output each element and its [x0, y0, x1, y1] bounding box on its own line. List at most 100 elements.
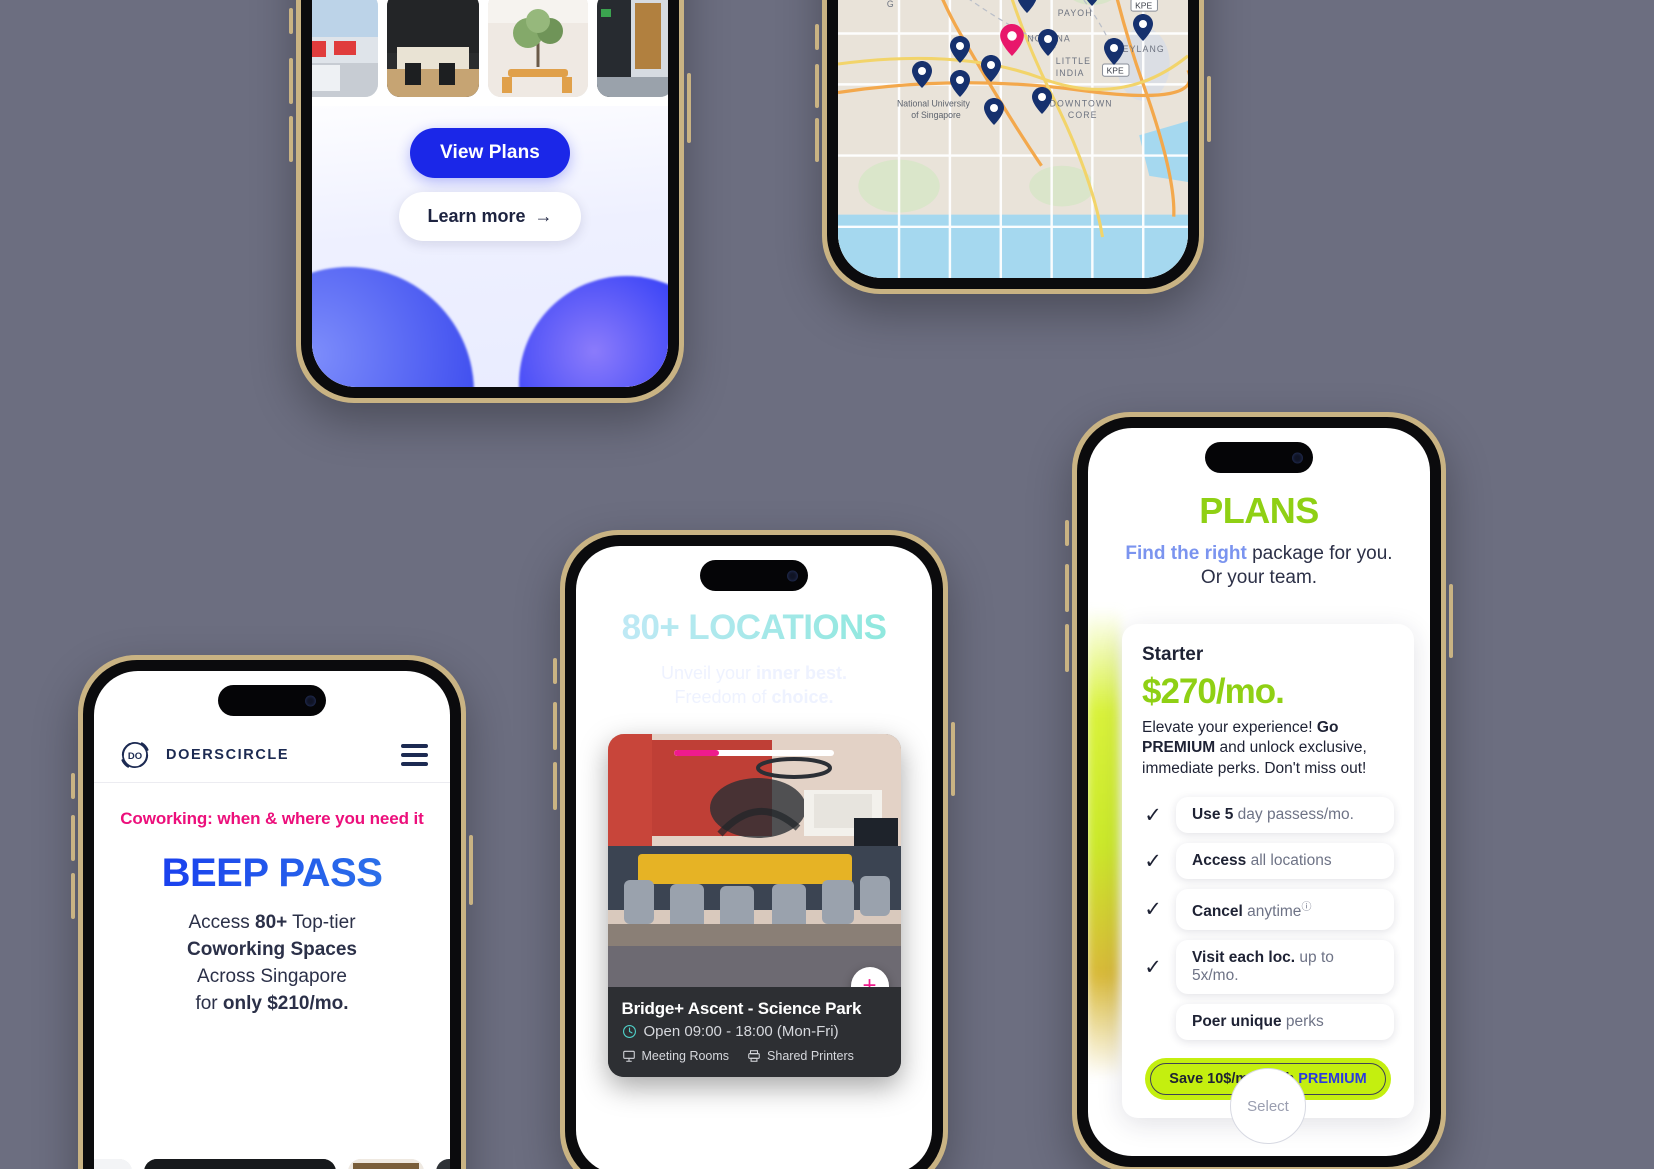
locations-title: 80+ LOCATIONS: [621, 608, 887, 647]
map-pin[interactable]: [950, 70, 970, 97]
check-icon: ✓: [1144, 898, 1162, 922]
plan-feature-pill[interactable]: Access all locations: [1176, 843, 1394, 880]
plans-subtitle-line2: Or your team.: [1200, 566, 1318, 588]
phone-power-button[interactable]: [687, 73, 691, 143]
map-pin[interactable]: [981, 55, 1001, 82]
location-hours-label: Open 09:00 - 18:00 (Mon-Fri): [643, 1022, 839, 1040]
check-icon: ✓: [1144, 955, 1162, 979]
phone-power-button[interactable]: [469, 835, 473, 905]
gallery-photo[interactable]: [312, 0, 378, 97]
brand-name: DOERSCIRCLE: [166, 746, 290, 763]
phone-power-button[interactable]: [1449, 584, 1453, 658]
svg-text:National University: National University: [897, 99, 970, 109]
plan-description-part-0: Elevate your experience!: [1142, 718, 1317, 736]
site-photo[interactable]: [436, 1159, 450, 1169]
select-plan-button[interactable]: Select: [1230, 1068, 1306, 1145]
phone-silent-switch[interactable]: [289, 8, 293, 34]
map-pin[interactable]: [950, 36, 970, 63]
map-pin[interactable]: [1017, 0, 1037, 13]
body-l3: Across Singapore: [197, 965, 347, 987]
doerscircle-logo-icon: DO: [116, 736, 154, 774]
feature-bold-text: Access: [1192, 852, 1247, 870]
location-amenities: Meeting Rooms Shared Printers: [622, 1049, 887, 1063]
site-photo[interactable]: [348, 1159, 424, 1169]
svg-text:LITTLE: LITTLE: [1056, 56, 1091, 66]
phone-volume-down-button[interactable]: [71, 873, 75, 919]
site-photo-strip: WEST: [94, 1159, 450, 1169]
site-headline: BEEP PASS: [112, 851, 432, 896]
feature-rest-text: all locations: [1246, 852, 1332, 870]
location-photo[interactable]: +: [607, 733, 901, 987]
check-icon: ✓: [1144, 849, 1162, 873]
learn-more-label: Learn more: [427, 206, 526, 226]
location-hours: Open 09:00 - 18:00 (Mon-Fri): [622, 1023, 887, 1040]
feature-bold-text: Poer unique: [1192, 1013, 1282, 1031]
locations-phone: 80+ LOCATIONS Unveil your inner best. Fr…: [553, 530, 955, 1169]
site-photo[interactable]: WEST: [144, 1159, 336, 1169]
learn-more-button[interactable]: Learn more →: [399, 192, 581, 241]
feature-bold-text: Cancel: [1192, 903, 1243, 921]
phone-volume-down-button[interactable]: [289, 116, 293, 162]
phone-volume-up-button[interactable]: [289, 58, 293, 104]
amenity-shared-printers: Shared Printers: [747, 1049, 854, 1063]
info-icon[interactable]: ⓘ: [1301, 902, 1311, 913]
amenity-meeting-rooms: Meeting Rooms: [622, 1049, 729, 1063]
map-pin[interactable]: [912, 61, 932, 88]
location-card[interactable]: + Bridge+ Ascent - Science Park Open 09:…: [607, 733, 901, 1077]
hamburger-menu-icon[interactable]: [401, 743, 428, 766]
map-phone: MANDAI SUNGEIKADUT SENGKANG ANG MO KIO B…: [815, 0, 1211, 294]
plan-feature-pill[interactable]: Cancel anytimeⓘ: [1176, 889, 1394, 931]
phone-power-button[interactable]: [951, 722, 955, 796]
subtitle-line1-bold: inner best.: [756, 663, 848, 683]
svg-text:INDIA: INDIA: [1056, 68, 1085, 78]
phone-silent-switch[interactable]: [553, 658, 557, 684]
svg-text:PAYOH: PAYOH: [1058, 8, 1093, 18]
gallery-photo[interactable]: [387, 0, 479, 97]
locations-subtitle: Unveil your inner best. Freedom of choic…: [661, 661, 847, 710]
plan-price: $270/mo.: [1142, 671, 1285, 711]
svg-text:KPE: KPE: [1135, 1, 1152, 11]
svg-text:KPE: KPE: [1107, 66, 1124, 76]
map-pin[interactable]: [1032, 87, 1052, 114]
plan-card-starter: Starter $270/mo. Elevate your experience…: [1122, 623, 1414, 1145]
body-l1a: Access: [188, 912, 255, 933]
site-photo[interactable]: [94, 1159, 132, 1169]
body-l4a: for: [195, 992, 223, 1014]
phone-volume-up-button[interactable]: [815, 64, 819, 108]
map-pin[interactable]: [1038, 29, 1058, 56]
phone-volume-down-button[interactable]: [553, 762, 557, 810]
premium-label: PREMIUM: [1298, 1071, 1367, 1088]
location-info: Bridge+ Ascent - Science Park Open 09:00…: [607, 986, 901, 1077]
gallery-photo[interactable]: [488, 0, 588, 97]
map-pin[interactable]: [1133, 14, 1153, 41]
phone-silent-switch[interactable]: [815, 24, 819, 50]
phone-volume-down-button[interactable]: [815, 118, 819, 162]
phone-silent-switch[interactable]: [1065, 520, 1069, 546]
phone-power-button[interactable]: [1207, 76, 1211, 142]
phone-silent-switch[interactable]: [71, 773, 75, 799]
map-pin[interactable]: [1104, 38, 1124, 65]
hero-gallery-phone: WEST: [289, 0, 691, 403]
feature-bold-text: Visit each loc.: [1192, 949, 1296, 967]
plan-feature-pill[interactable]: Poer unique perks: [1176, 1004, 1394, 1041]
decorative-gradient-glow: [1088, 608, 1120, 1078]
brand[interactable]: DO DOERSCIRCLE: [116, 736, 289, 774]
printer-icon: [748, 1049, 760, 1062]
map-pin-selected[interactable]: [1000, 24, 1024, 56]
screenshot-canvas: WEST: [0, 0, 1654, 1169]
phone-volume-up-button[interactable]: [71, 815, 75, 861]
body-l1b: 80+: [255, 912, 288, 933]
site-navbar: DO DOERSCIRCLE: [94, 727, 450, 783]
gallery-photo[interactable]: [597, 0, 668, 97]
plan-name: Starter: [1142, 643, 1204, 665]
phone-volume-up-button[interactable]: [1065, 564, 1069, 612]
view-plans-button[interactable]: View Plans: [410, 128, 570, 178]
map-pin[interactable]: [1082, 0, 1102, 6]
phone-volume-up-button[interactable]: [553, 702, 557, 750]
plan-feature-row: ✓Poer unique perks: [1142, 1004, 1394, 1041]
phone-volume-down-button[interactable]: [1065, 624, 1069, 672]
carousel-progress-bar[interactable]: [674, 749, 834, 756]
plan-feature-pill[interactable]: Visit each loc. up to 5x/mo.: [1176, 940, 1394, 995]
map-pin[interactable]: [984, 98, 1004, 125]
plan-feature-pill[interactable]: Use 5 day passess/mo.: [1176, 797, 1394, 834]
